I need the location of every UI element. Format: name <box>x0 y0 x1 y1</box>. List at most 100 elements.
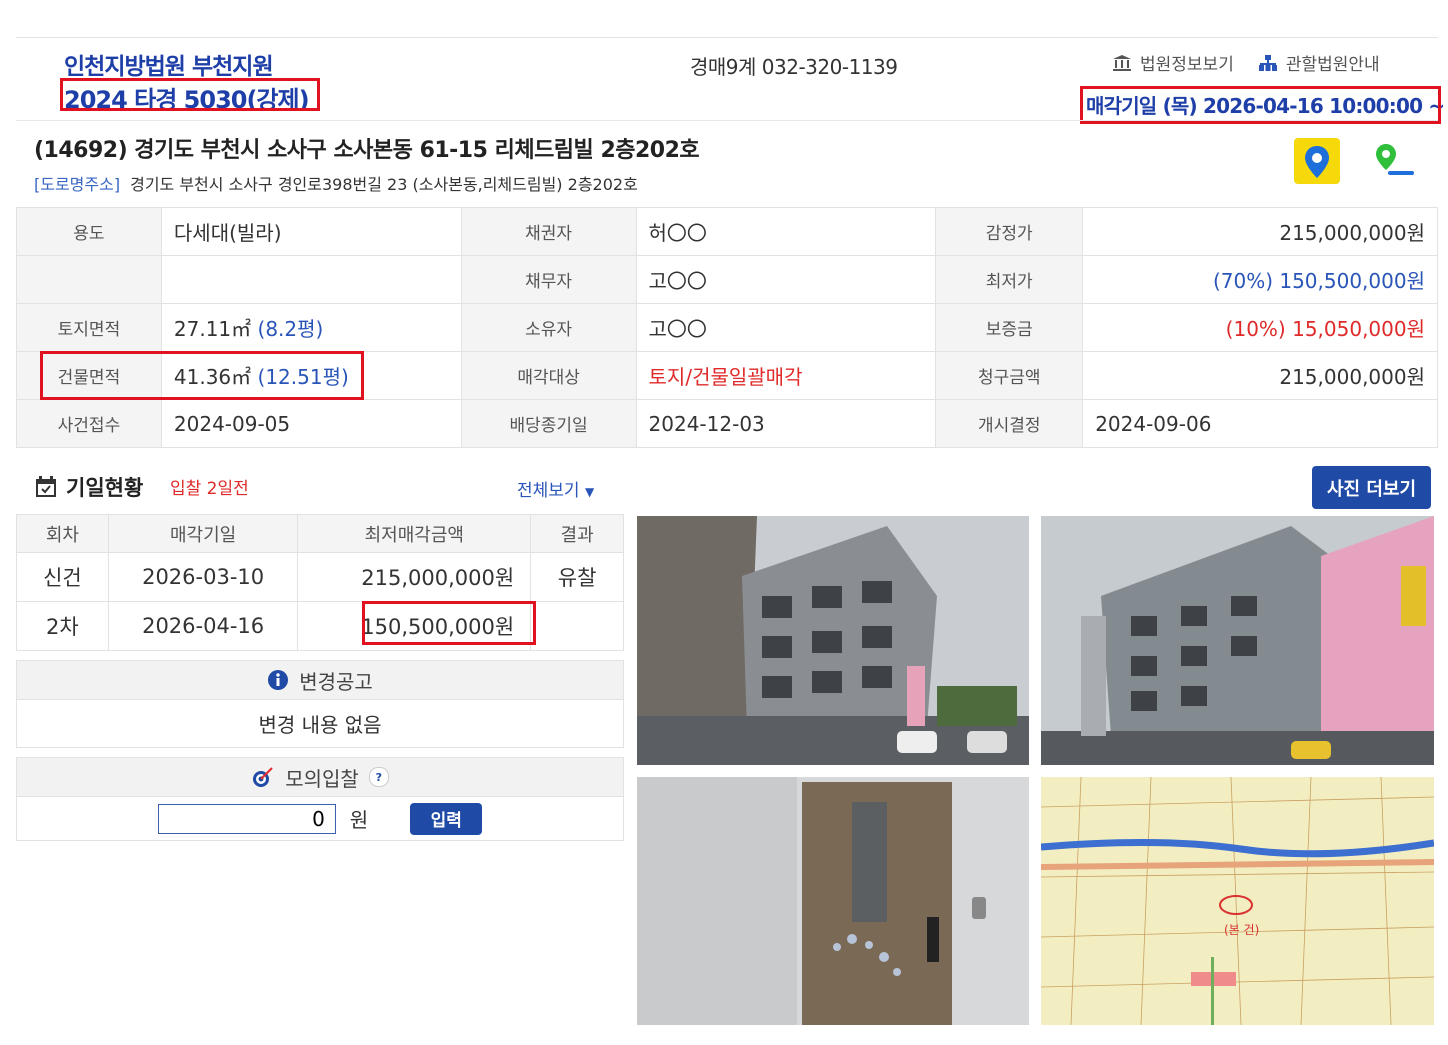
deposit-value: (10%) 15,050,000원 <box>1082 303 1438 352</box>
round-cell: 신건 <box>16 552 109 602</box>
sale-date-highlight <box>1080 86 1441 124</box>
usage-header: 용도 <box>16 207 162 256</box>
department-phone: 경매9계 032-320-1139 <box>690 55 898 79</box>
creditor-value: 허〇〇 <box>635 207 937 256</box>
building-photo <box>1041 516 1434 765</box>
min-price-header: 최저가 <box>935 255 1084 304</box>
creditor-header: 채권자 <box>460 207 637 256</box>
property-location-map[interactable]: (본 건) <box>1041 777 1434 1025</box>
sale-date-header: 매각기일 <box>107 514 299 553</box>
road-address: [도로명주소] 경기도 부천시 소사구 경인로398번길 23 (소사본동,리체드… <box>34 171 638 195</box>
more-photos-button[interactable]: 사진 더보기 <box>1312 466 1431 509</box>
table-row: 신건 2026-03-10 215,000,000원 유찰 <box>16 552 624 602</box>
map-button[interactable] <box>1294 138 1340 184</box>
help-icon[interactable]: ? <box>368 767 389 787</box>
address-main: (14692) 경기도 부천시 소사구 소사본동 61-15 리체드림빌 2층2… <box>34 138 700 163</box>
min-price-highlight <box>362 601 536 645</box>
schedule-title: 기일현황 <box>34 472 143 502</box>
date-cell: 2026-04-16 <box>107 601 299 651</box>
notice-header: 변경공고 <box>16 660 624 700</box>
notice-body: 변경 내용 없음 <box>16 700 624 748</box>
land-area-pyeong: (8.2평) <box>257 317 324 341</box>
schedule-header-row: 회차 매각기일 최저매각금액 결과 <box>16 514 624 553</box>
empty-value <box>160 255 462 304</box>
org-chart-icon <box>1258 54 1277 71</box>
mock-bid-body: 원 입력 <box>16 797 624 841</box>
notice-title: 변경공고 <box>299 669 373 694</box>
usage-value: 다세대(빌라) <box>160 207 462 256</box>
land-area-value: 27.11㎡ (8.2평) <box>160 303 462 352</box>
commencement-value: 2024-09-06 <box>1082 399 1438 448</box>
calendar-icon <box>36 476 56 497</box>
schedule-title-text: 기일현황 <box>66 476 144 500</box>
filing-date-header: 사건접수 <box>16 399 162 448</box>
court-name[interactable]: 인천지방법원 부천지원 <box>64 47 274 81</box>
submit-bid-button[interactable]: 입력 <box>410 802 483 835</box>
deposit-header: 보증금 <box>935 303 1084 352</box>
jurisdiction-link[interactable]: 관할법원안내 <box>1258 50 1380 75</box>
info-row: 토지면적 27.11㎡ (8.2평) 소유자 고〇〇 보증금 (10%) 15,… <box>16 303 1438 352</box>
target-icon <box>253 767 273 787</box>
building-area-highlight <box>40 351 364 400</box>
owner-value: 고〇〇 <box>635 303 937 352</box>
round-header: 회차 <box>16 514 109 553</box>
info-icon <box>268 670 289 690</box>
view-all-link[interactable]: 전체보기 ▼ <box>517 476 594 501</box>
min-sale-price-header: 최저매각금액 <box>297 514 532 553</box>
info-row: 용도 다세대(빌라) 채권자 허〇〇 감정가 215,000,000원 <box>16 207 1438 256</box>
debtor-value: 고〇〇 <box>635 255 937 304</box>
claim-amount-header: 청구금액 <box>935 351 1084 400</box>
won-unit: 원 <box>349 808 369 832</box>
cadastral-map: (본 건) <box>1041 777 1434 1025</box>
info-row: 채무자 고〇〇 최저가 (70%) 150,500,000원 <box>16 255 1438 304</box>
filing-date-value: 2024-09-05 <box>160 399 462 448</box>
caret-down-icon: ▼ <box>584 485 595 499</box>
min-price-value: (70%) 150,500,000원 <box>1082 255 1438 304</box>
sale-target-value: 토지/건물일괄매각 <box>635 351 937 400</box>
court-info-link[interactable]: 법원정보보기 <box>1112 50 1234 75</box>
case-number-highlight <box>60 78 320 111</box>
top-links: 법원정보보기 관할법원안내 <box>1112 50 1380 75</box>
schedule-subtitle: 입찰 2일전 <box>170 479 249 499</box>
empty-header <box>16 255 162 304</box>
mock-bid-title: 모의입찰 <box>285 766 359 791</box>
distribution-deadline-header: 배당종기일 <box>460 399 637 448</box>
view-all-label: 전체보기 <box>517 481 580 501</box>
commencement-header: 개시결정 <box>935 399 1084 448</box>
appraisal-value: 215,000,000원 <box>1082 207 1438 256</box>
price-cell: 215,000,000원 <box>297 552 532 602</box>
header-divider <box>16 120 1438 121</box>
bid-amount-input[interactable] <box>157 803 336 834</box>
debtor-header: 채무자 <box>460 255 637 304</box>
result-header: 결과 <box>530 514 624 553</box>
map-pin-icon <box>1305 146 1329 178</box>
claim-amount-value: 215,000,000원 <box>1082 351 1438 400</box>
sale-target-header: 매각대상 <box>460 351 637 400</box>
case-info-table: 용도 다세대(빌라) 채권자 허〇〇 감정가 215,000,000원 채무자 … <box>16 207 1438 448</box>
building-photo <box>637 516 1029 765</box>
jurisdiction-label: 관할법원안내 <box>1285 55 1380 75</box>
road-address-text: 경기도 부천시 소사구 경인로398번길 23 (소사본동,리체드림빌) 2층2… <box>130 175 638 194</box>
land-area-sqm: 27.11㎡ <box>173 317 252 341</box>
property-photo-2[interactable] <box>1041 516 1434 765</box>
land-area-header: 토지면적 <box>16 303 162 352</box>
map-marker-label: (본 건) <box>1224 923 1259 937</box>
property-photo-1[interactable] <box>637 516 1029 765</box>
owner-header: 소유자 <box>460 303 637 352</box>
court-building-icon <box>1113 54 1131 71</box>
mock-bid-header: 모의입찰 ? <box>16 757 624 797</box>
date-cell: 2026-03-10 <box>107 552 299 602</box>
roadview-pin-icon <box>1376 144 1414 175</box>
top-divider <box>16 37 1438 38</box>
distribution-deadline-value: 2024-12-03 <box>635 399 937 448</box>
road-address-tag: [도로명주소] <box>34 175 121 194</box>
property-photo-3[interactable] <box>637 777 1029 1025</box>
result-cell <box>530 601 624 651</box>
roadview-button[interactable] <box>1370 138 1416 184</box>
appraisal-header: 감정가 <box>935 207 1084 256</box>
round-cell: 2차 <box>16 601 109 651</box>
result-cell: 유찰 <box>530 552 624 602</box>
door-photo <box>637 777 1029 1025</box>
court-info-label: 법원정보보기 <box>1140 55 1234 75</box>
info-row: 사건접수 2024-09-05 배당종기일 2024-12-03 개시결정 20… <box>16 399 1438 448</box>
